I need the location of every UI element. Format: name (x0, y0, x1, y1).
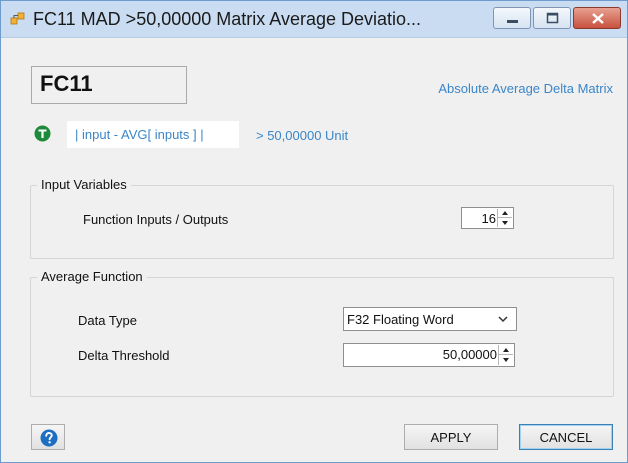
app-icon (10, 12, 25, 25)
function-description: Absolute Average Delta Matrix (438, 81, 613, 96)
stepper-down-icon[interactable] (498, 218, 512, 227)
maximize-button[interactable] (533, 7, 571, 29)
minimize-button[interactable] (493, 7, 531, 29)
title-bar[interactable]: FC11 MAD >50,00000 Matrix Average Deviat… (1, 1, 627, 38)
stepper-up-icon[interactable] (499, 345, 513, 355)
delta-threshold-value: 50,00000 (442, 347, 497, 362)
help-button[interactable] (31, 424, 65, 450)
formula-text: | input - AVG[ inputs ] | (75, 127, 204, 142)
delta-threshold-label: Delta Threshold (78, 348, 170, 363)
apply-button[interactable]: APPLY (404, 424, 498, 450)
group-legend: Input Variables (37, 177, 131, 192)
close-icon (592, 13, 604, 24)
minimize-icon (507, 20, 518, 23)
help-question-icon (40, 429, 58, 447)
formula-box: | input - AVG[ inputs ] | (67, 121, 239, 148)
cancel-button[interactable]: CANCEL (519, 424, 613, 450)
delta-threshold-stepper[interactable]: 50,00000 (343, 343, 515, 367)
stepper-down-icon[interactable] (499, 355, 513, 365)
chevron-down-icon (498, 316, 508, 323)
window-title: FC11 MAD >50,00000 Matrix Average Deviat… (33, 9, 422, 29)
io-count-value: 16 (481, 211, 496, 226)
function-id: FC11 (40, 71, 93, 96)
group-legend: Average Function (37, 269, 147, 284)
maximize-icon (546, 12, 559, 24)
data-type-label: Data Type (78, 313, 138, 328)
green-t-circle-icon (34, 125, 51, 142)
stepper-up-icon[interactable] (498, 209, 512, 218)
threshold-summary: > 50,00000 Unit (256, 128, 349, 143)
io-label: Function Inputs / Outputs (83, 212, 229, 227)
close-button[interactable] (573, 7, 621, 29)
function-id-box: FC11 (31, 66, 187, 104)
dialog-window: FC11 MAD >50,00000 Matrix Average Deviat… (0, 0, 628, 463)
data-type-value: F32 Floating Word (347, 312, 454, 327)
data-type-select[interactable]: F32 Floating Word (343, 307, 517, 331)
input-variables-group: Input Variables Function Inputs / Output… (30, 177, 614, 259)
io-count-stepper[interactable]: 16 (461, 207, 514, 229)
average-function-group: Average Function Data Type F32 Floating … (30, 269, 614, 397)
